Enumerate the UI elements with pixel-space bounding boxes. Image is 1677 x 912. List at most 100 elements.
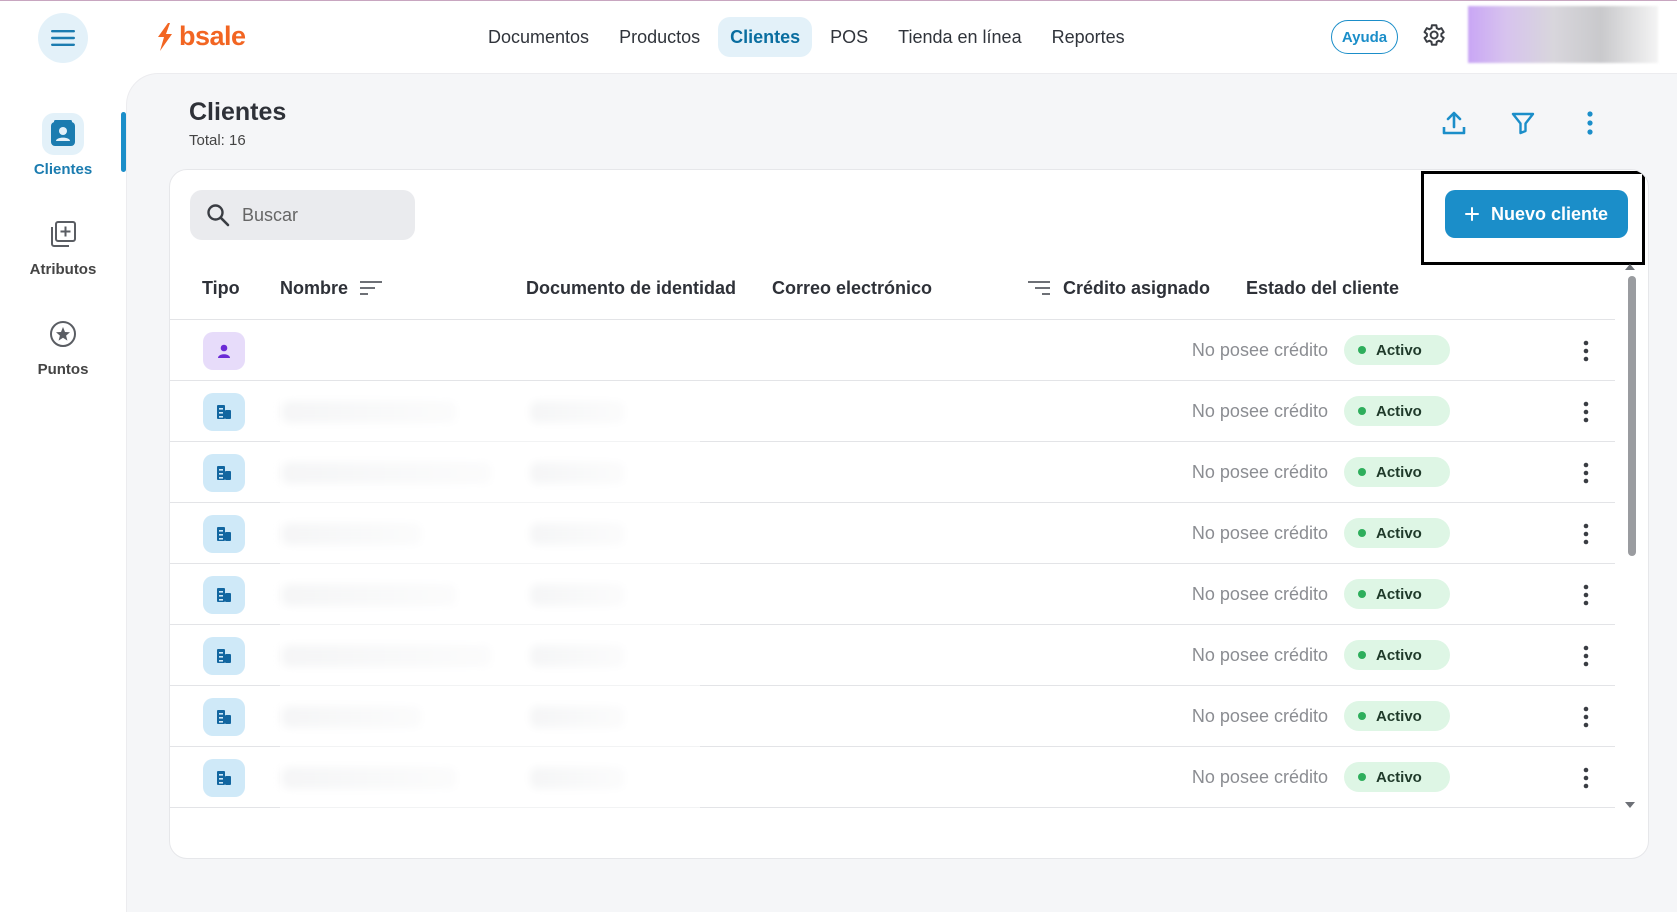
menu-button[interactable] bbox=[38, 13, 88, 63]
status-label: Activo bbox=[1376, 646, 1422, 664]
status-badge: Activo bbox=[1344, 579, 1450, 609]
nav-reportes[interactable]: Reportes bbox=[1040, 17, 1137, 57]
col-credito[interactable]: Crédito asignado bbox=[1063, 278, 1210, 299]
status-dot bbox=[1358, 773, 1366, 781]
client-type-badge bbox=[203, 454, 245, 492]
table-row[interactable]: No posee crédito Activo bbox=[170, 320, 1615, 381]
status-dot bbox=[1358, 346, 1366, 354]
add-box-icon bbox=[51, 221, 76, 247]
sort-icon[interactable] bbox=[1028, 280, 1050, 296]
status-label: Activo bbox=[1376, 524, 1422, 542]
brand-logo[interactable]: bsale bbox=[155, 21, 246, 52]
more-vert-icon bbox=[1583, 523, 1589, 545]
new-client-button[interactable]: Nuevo cliente bbox=[1445, 190, 1628, 238]
nav-clientes[interactable]: Clientes bbox=[718, 17, 813, 57]
row-menu-button[interactable] bbox=[1576, 704, 1596, 730]
credit-value: No posee crédito bbox=[1191, 584, 1328, 604]
row-menu-button[interactable] bbox=[1576, 582, 1596, 608]
sort-icon[interactable] bbox=[360, 280, 382, 296]
star-circle-icon bbox=[50, 321, 76, 347]
gear-icon bbox=[1423, 24, 1445, 46]
col-tipo: Tipo bbox=[202, 278, 240, 298]
client-type-badge bbox=[203, 393, 245, 431]
client-type-badge bbox=[203, 698, 245, 736]
plus-icon bbox=[1464, 207, 1479, 221]
status-label: Activo bbox=[1376, 463, 1422, 481]
clients-card: Nuevo cliente Tipo Nombre Documento de i… bbox=[169, 169, 1649, 859]
row-menu-button[interactable] bbox=[1576, 521, 1596, 547]
scrollbar-thumb[interactable] bbox=[1628, 276, 1636, 556]
bsale-logo-icon bbox=[158, 22, 172, 51]
settings-button[interactable] bbox=[1419, 21, 1449, 51]
filter-button[interactable] bbox=[1508, 108, 1538, 138]
credit-value: No posee crédito bbox=[1191, 645, 1328, 665]
credit-value: No posee crédito bbox=[1191, 523, 1328, 543]
search-box[interactable] bbox=[190, 190, 415, 240]
credit-value: No posee crédito bbox=[1191, 340, 1328, 360]
main-nav: Documentos Productos Clientes POS Tienda… bbox=[476, 17, 1137, 57]
row-menu-button[interactable] bbox=[1576, 765, 1596, 791]
more-options-button[interactable] bbox=[1575, 108, 1605, 138]
status-badge: Activo bbox=[1344, 762, 1450, 792]
brand-name: bsale bbox=[179, 21, 246, 51]
help-button[interactable]: Ayuda bbox=[1331, 20, 1398, 54]
person-icon bbox=[218, 344, 230, 358]
status-badge: Activo bbox=[1344, 518, 1450, 548]
company-icon bbox=[217, 405, 231, 419]
status-label: Activo bbox=[1376, 585, 1422, 603]
status-dot bbox=[1358, 651, 1366, 659]
top-bar: bsale Documentos Productos Clientes POS … bbox=[0, 1, 1677, 73]
rail-item-clientes[interactable]: Clientes bbox=[0, 113, 126, 178]
company-icon bbox=[217, 771, 231, 785]
client-type-badge bbox=[203, 515, 245, 553]
more-vert-icon bbox=[1583, 340, 1589, 362]
new-client-label: Nuevo cliente bbox=[1490, 203, 1609, 224]
company-icon bbox=[217, 466, 231, 480]
export-button[interactable] bbox=[1439, 108, 1469, 138]
col-estado: Estado del cliente bbox=[1246, 278, 1400, 298]
rail-label: Clientes bbox=[33, 161, 93, 178]
nav-tienda-en-linea[interactable]: Tienda en línea bbox=[886, 17, 1033, 57]
scroll-down-icon[interactable] bbox=[1623, 800, 1637, 810]
row-menu-button[interactable] bbox=[1576, 338, 1596, 364]
more-vert-icon bbox=[1587, 111, 1593, 135]
col-documento: Documento de identidad bbox=[526, 278, 737, 298]
status-badge: Activo bbox=[1344, 335, 1450, 365]
status-label: Activo bbox=[1376, 768, 1422, 786]
row-menu-button[interactable] bbox=[1576, 460, 1596, 486]
search-input[interactable] bbox=[242, 204, 392, 226]
status-label: Activo bbox=[1376, 707, 1422, 725]
client-type-badge bbox=[203, 576, 245, 614]
status-dot bbox=[1358, 590, 1366, 598]
status-dot bbox=[1358, 712, 1366, 720]
nav-documentos[interactable]: Documentos bbox=[476, 17, 601, 57]
rail-label: Puntos bbox=[37, 361, 89, 378]
scroll-up-icon[interactable] bbox=[1623, 262, 1637, 272]
more-vert-icon bbox=[1583, 584, 1589, 606]
side-rail: Clientes Atributos Puntos bbox=[0, 73, 126, 912]
row-menu-button[interactable] bbox=[1576, 399, 1596, 425]
more-vert-icon bbox=[1583, 645, 1589, 667]
company-icon bbox=[217, 527, 231, 541]
total-count: Total: 16 bbox=[189, 132, 246, 149]
status-label: Activo bbox=[1376, 341, 1422, 359]
redacted-area bbox=[280, 388, 700, 858]
status-dot bbox=[1358, 529, 1366, 537]
credit-value: No posee crédito bbox=[1191, 767, 1328, 787]
rail-item-puntos[interactable]: Puntos bbox=[0, 313, 126, 378]
nav-productos[interactable]: Productos bbox=[607, 17, 712, 57]
status-badge: Activo bbox=[1344, 701, 1450, 731]
col-nombre[interactable]: Nombre bbox=[280, 278, 348, 299]
status-label: Activo bbox=[1376, 402, 1422, 420]
rail-icon-container bbox=[42, 113, 84, 155]
user-avatar[interactable] bbox=[1468, 6, 1658, 63]
page-title: Clientes bbox=[189, 98, 287, 126]
nav-pos[interactable]: POS bbox=[818, 17, 880, 57]
search-icon bbox=[207, 204, 230, 227]
rail-item-atributos[interactable]: Atributos bbox=[0, 213, 126, 278]
status-dot bbox=[1358, 407, 1366, 415]
table-header: Tipo Nombre Documento de identidad Corre… bbox=[170, 260, 1615, 320]
status-badge: Activo bbox=[1344, 396, 1450, 426]
status-badge: Activo bbox=[1344, 457, 1450, 487]
row-menu-button[interactable] bbox=[1576, 643, 1596, 669]
